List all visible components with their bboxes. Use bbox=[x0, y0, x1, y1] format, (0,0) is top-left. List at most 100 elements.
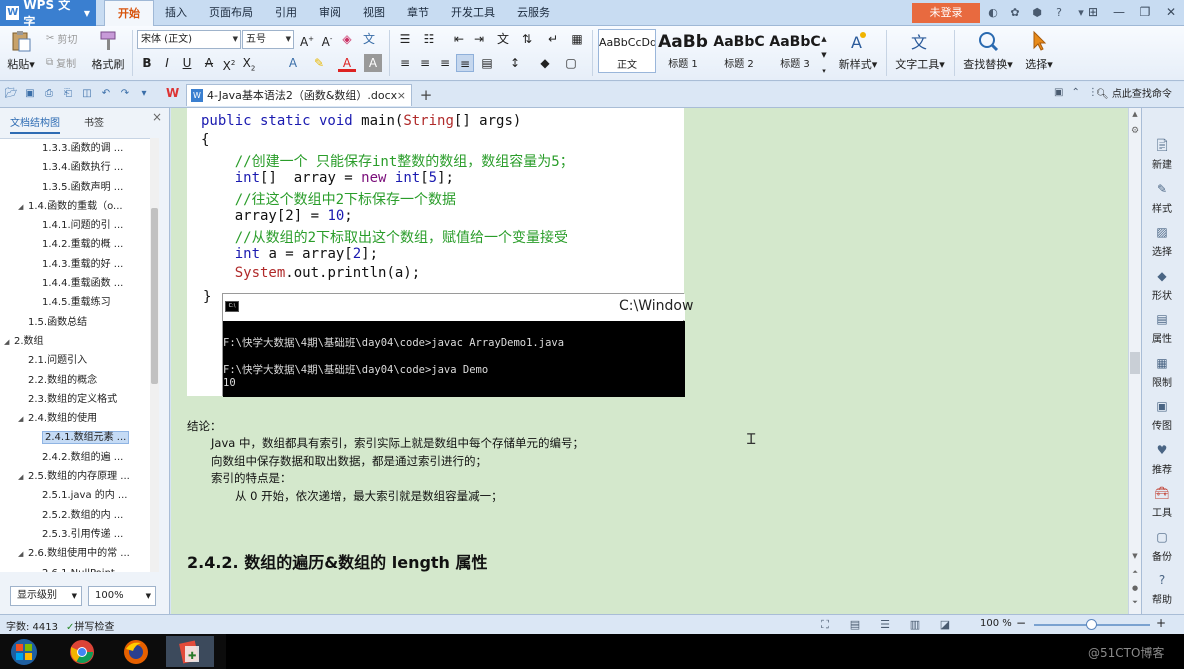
font-color-icon[interactable]: A bbox=[338, 54, 356, 72]
format-painter-button[interactable]: 格式刷 bbox=[90, 30, 126, 72]
outline-item[interactable]: ◢ 2.数组 bbox=[0, 332, 150, 351]
outline-item[interactable]: 2.5.3.引用传递 ... bbox=[0, 525, 150, 544]
menu-tab[interactable]: 视图 bbox=[352, 0, 396, 26]
sort-icon[interactable]: ⇅ bbox=[518, 30, 536, 48]
copy-button[interactable]: ⧉ 复制 bbox=[46, 55, 76, 70]
align-center-icon[interactable]: ≡ bbox=[416, 54, 434, 72]
strikethrough-icon[interactable]: A bbox=[200, 54, 218, 72]
line-spacing-icon[interactable]: ↕ bbox=[506, 54, 524, 72]
tab-document[interactable]: W 4-Java基本语法2（函数&数组）.docx × bbox=[186, 84, 412, 106]
new-tab-button[interactable]: + bbox=[416, 84, 436, 106]
outline-item[interactable]: 1.3.4.函数执行 ... bbox=[0, 158, 150, 177]
settings-icon[interactable]: ✿ bbox=[1007, 4, 1023, 21]
bullet-list-icon[interactable]: ☰ bbox=[396, 30, 414, 48]
decrease-indent-icon[interactable]: ⇤ bbox=[450, 30, 468, 48]
paste-button[interactable]: 粘贴▾ bbox=[6, 30, 36, 72]
expand-toggle-icon[interactable]: ◢ bbox=[18, 198, 28, 216]
wps-writer-taskbar-button[interactable]: ✚ bbox=[166, 636, 214, 667]
text-effect-icon[interactable]: A bbox=[284, 54, 302, 72]
maximize-icon[interactable]: ❐ bbox=[1136, 3, 1154, 21]
preview-icon[interactable]: ◫ bbox=[80, 86, 94, 102]
level-select[interactable]: 显示级别 ▼ bbox=[10, 586, 82, 606]
document-scrollbar[interactable]: ▲ ⚙ ▼ ⏶ ● ⏷ bbox=[1128, 108, 1141, 614]
font-size-select[interactable]: 五号 ▼ bbox=[242, 30, 294, 49]
close-icon[interactable]: ✕ bbox=[1162, 3, 1180, 21]
restore-layout-icon[interactable]: ⊞ bbox=[1084, 3, 1102, 21]
chinese-layout-icon[interactable]: 文 bbox=[494, 30, 512, 48]
show-marks-icon[interactable]: ↵ bbox=[544, 30, 562, 48]
skin-icon[interactable]: ◐ bbox=[985, 4, 1001, 21]
expand-toggle-icon[interactable]: ◢ bbox=[4, 333, 14, 351]
document-canvas[interactable]: public static void main(String[] args){ … bbox=[171, 108, 1128, 614]
text-tools-button[interactable]: 文 文字工具▾ bbox=[892, 30, 948, 72]
outline-item[interactable]: 1.4.1.问题的引 ... bbox=[0, 216, 150, 235]
chevron-up-icon[interactable]: ⌃ bbox=[1071, 87, 1079, 98]
save-icon[interactable]: ▣ bbox=[23, 86, 37, 102]
highlight-icon[interactable]: ✎ bbox=[310, 54, 328, 72]
redo-icon[interactable]: ↷ bbox=[118, 86, 132, 102]
outline-item[interactable]: 1.3.3.函数的调 ... bbox=[0, 139, 150, 158]
superscript-icon[interactable]: X2 bbox=[220, 54, 238, 73]
outline-item[interactable]: 1.4.5.重载练习 bbox=[0, 293, 150, 312]
cut-button[interactable]: ✂ 剪切 bbox=[46, 31, 77, 46]
grow-font-icon[interactable]: A+ bbox=[298, 30, 316, 49]
expand-toggle-icon[interactable]: ◢ bbox=[18, 410, 28, 428]
firefox-taskbar-button[interactable] bbox=[112, 636, 160, 667]
scroll-up-icon[interactable]: ▲ bbox=[1129, 110, 1141, 118]
task-pane-item[interactable]: 📄︎ 新建 bbox=[1142, 138, 1182, 171]
app-menu-button[interactable]: W WPS 文字 ▼ bbox=[0, 0, 96, 29]
menu-tab[interactable]: 云服务 bbox=[506, 0, 561, 26]
style-option[interactable]: AaBb 标题 1 bbox=[654, 29, 712, 73]
reading-view-icon[interactable]: ▥ bbox=[906, 617, 924, 632]
italic-icon[interactable]: I bbox=[158, 54, 176, 72]
outline-scrollbar[interactable] bbox=[150, 138, 159, 572]
select-button[interactable]: 选择▾ bbox=[1020, 30, 1058, 72]
find-replace-button[interactable]: 查找替换▾ bbox=[960, 30, 1016, 72]
expand-toggle-icon[interactable]: ◢ bbox=[18, 468, 28, 486]
menu-tab[interactable]: 页面布局 bbox=[198, 0, 264, 26]
command-search[interactable]: 🔍︎ 点此查找命令 bbox=[1096, 86, 1182, 104]
outline-item[interactable]: 1.5.函数总结 bbox=[0, 313, 150, 332]
outline-item[interactable]: ◢ 2.4.数组的使用 bbox=[0, 409, 150, 428]
outline-item[interactable]: 1.3.5.函数声明 ... bbox=[0, 178, 150, 197]
scroll-down-icon[interactable]: ▼ bbox=[1129, 552, 1141, 560]
bold-icon[interactable]: B bbox=[138, 54, 156, 72]
browse-object-icon[interactable]: ● bbox=[1129, 584, 1141, 592]
shrink-font-icon[interactable]: A- bbox=[318, 30, 336, 49]
style-option[interactable]: AaBbC 标题 3 bbox=[766, 29, 824, 73]
outline-view-icon[interactable]: ☰ bbox=[876, 617, 894, 632]
char-shading-icon[interactable]: A bbox=[364, 54, 382, 72]
style-option[interactable]: AaBbCcDd 正文 bbox=[598, 29, 656, 73]
close-pane-icon[interactable]: × bbox=[152, 110, 162, 124]
outline-item[interactable]: 1.4.2.重载的概 ... bbox=[0, 235, 150, 254]
task-pane-item[interactable]: ▦ 限制 bbox=[1142, 356, 1182, 389]
underline-icon[interactable]: U bbox=[178, 54, 196, 72]
task-pane-item[interactable]: 🧰︎ 工具 bbox=[1142, 486, 1182, 519]
outline-item[interactable]: 2.4.1.数组元素 ... bbox=[0, 428, 150, 447]
outline-item[interactable]: 1.4.3.重载的好 ... bbox=[0, 255, 150, 274]
menu-tab[interactable]: 章节 bbox=[396, 0, 440, 26]
font-name-select[interactable]: 宋体 (正文) ▼ bbox=[137, 30, 241, 49]
spell-check-status[interactable]: ✓拼写检查 bbox=[66, 618, 114, 633]
print-icon[interactable]: ⎗ bbox=[61, 86, 75, 102]
tab-bookmarks[interactable]: 书签 bbox=[84, 114, 104, 129]
open-icon[interactable]: 📂︎ bbox=[4, 86, 18, 102]
numbered-list-icon[interactable]: ☷ bbox=[420, 30, 438, 48]
outline-item[interactable]: 1.4.4.重载函数 ... bbox=[0, 274, 150, 293]
outline-item[interactable]: 2.2.数组的概念 bbox=[0, 371, 150, 390]
scroll-thumb[interactable] bbox=[151, 208, 158, 384]
style-option[interactable]: AaBbC 标题 2 bbox=[710, 29, 768, 73]
collapse-ribbon-icon[interactable]: ▣ bbox=[1054, 87, 1063, 98]
menu-tab[interactable]: 审阅 bbox=[308, 0, 352, 26]
outline-item[interactable]: 2.4.2.数组的遍 ... bbox=[0, 448, 150, 467]
task-pane-item[interactable]: ▢ 备份 bbox=[1142, 530, 1182, 563]
page-settings-icon[interactable]: ⚙ bbox=[1129, 126, 1141, 136]
border-icon[interactable]: ▢ bbox=[562, 54, 580, 72]
expand-toggle-icon[interactable]: ◢ bbox=[18, 545, 28, 563]
nav-zoom-select[interactable]: 100% ▼ bbox=[88, 586, 156, 606]
justify-icon[interactable]: ≡ bbox=[456, 54, 474, 72]
page-view-icon[interactable]: ▤ bbox=[846, 617, 864, 632]
web-view-icon[interactable]: ◪ bbox=[936, 617, 954, 632]
outline-item[interactable]: 2.5.1.java 的内 ... bbox=[0, 486, 150, 505]
focus-mode-icon[interactable]: ⛶ bbox=[816, 617, 834, 632]
